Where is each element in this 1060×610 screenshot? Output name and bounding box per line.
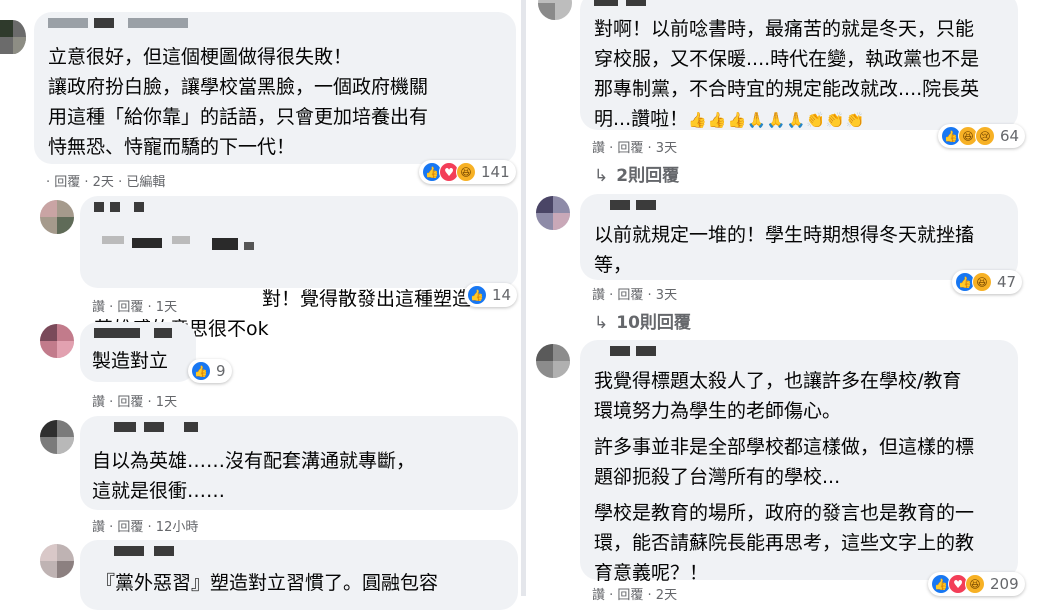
reaction-summary[interactable]: 👍 ♥ 😆 209 (928, 572, 1025, 596)
emoji-string: 👍👍👍🙏🙏🙏👏👏👏 (688, 111, 866, 129)
haha-icon: 😆 (456, 162, 476, 182)
commenter-name[interactable] (594, 200, 704, 212)
comment-actions[interactable]: 讚 · 回覆 · 3天 (592, 284, 677, 303)
comment-bubble: 『黨外惡習』塑造對立習慣了。圓融包容 (80, 540, 518, 610)
reaction-summary[interactable]: 👍 😆 47 (952, 270, 1023, 294)
reaction-count: 64 (1000, 127, 1020, 145)
haha-icon: 😆 (965, 574, 985, 594)
comment-bubble: 自以為英雄……沒有配套溝通就專斷， 這就是很衝…… (80, 416, 518, 510)
reaction-count: 141 (481, 163, 510, 181)
comment-bubble: 以前就規定一堆的！學生時期想得冬天就挫搐 等， (580, 194, 1018, 280)
like-icon: 👍 (467, 285, 487, 305)
like-icon: 👍 (191, 361, 211, 381)
comment-text: 『黨外惡習』塑造對立習慣了。圓融包容 (96, 572, 439, 594)
reply-arrow-icon: ↳ (594, 313, 609, 333)
avatar[interactable] (536, 196, 570, 230)
view-replies-link[interactable]: ↳ 2則回覆 (594, 161, 679, 186)
comment-actions[interactable]: 讚 · 回覆 · 3天 (592, 137, 677, 156)
comment-actions[interactable]: 讚 · 回覆 · 1天 (92, 296, 177, 315)
comment-paragraph: 許多事並非是全部學校都這樣做，但這樣的標 題卻扼殺了台灣所有的學校... (594, 436, 975, 488)
reaction-count: 209 (990, 575, 1019, 593)
commenter-name[interactable] (94, 422, 204, 434)
avatar[interactable] (40, 420, 74, 454)
view-replies-link[interactable]: ↳ 10則回覆 (594, 308, 691, 333)
avatar[interactable] (40, 544, 74, 578)
column-divider (521, 0, 526, 596)
sad-icon: 😢 (975, 126, 995, 146)
comment-actions[interactable]: 讚 · 回覆 · 2天 (592, 584, 677, 603)
avatar[interactable] (538, 0, 572, 20)
commenter-name[interactable] (94, 546, 204, 558)
comment-bubble: 對啊！以前唸書時，最痛苦的就是冬天，只能 穿校服，又不保暖....時代在變，執政… (580, 0, 1018, 130)
commenter-name[interactable] (48, 18, 198, 30)
haha-icon: 😆 (972, 272, 992, 292)
comment-text: 立意很好，但這個梗圖做得很失敗！ 讓政府扮白臉，讓學校當黑臉，一個政府機關 用這… (48, 46, 429, 158)
comment-actions[interactable]: · 回覆 · 2天 · 已編輯 (46, 171, 165, 190)
comment-paragraph: 我覺得標題太殺人了，也讓許多在學校/教育 環境努力為學生的老師傷心。 (594, 370, 962, 422)
comment-text: 以前就規定一堆的！學生時期想得冬天就挫搐 等， (594, 224, 975, 276)
commenter-name[interactable] (594, 346, 704, 358)
commenter-name[interactable] (94, 328, 184, 340)
reaction-summary[interactable]: 👍 ♥ 😆 141 (419, 160, 516, 184)
reply-arrow-icon: ↳ (594, 166, 609, 186)
reaction-summary[interactable]: 👍 😆 😢 64 (938, 124, 1026, 148)
comment-bubble: 對！覺得散發出這種塑造 英雄感的意思很不ok (80, 196, 518, 340)
reaction-count: 9 (216, 362, 226, 380)
avatar[interactable] (536, 344, 570, 378)
reaction-count: 47 (997, 273, 1017, 291)
commenter-name[interactable] (594, 0, 704, 8)
comment-text: 對啊！以前唸書時，最痛苦的就是冬天，只能 穿校服，又不保暖....時代在變，執政… (594, 18, 980, 130)
comment-text: 製造對立 (92, 350, 169, 372)
reaction-count: 14 (492, 286, 512, 304)
comment-text: 自以為英雄……沒有配套溝通就專斷， 這就是很衝…… (92, 450, 416, 502)
comment-bubble: 我覺得標題太殺人了，也讓許多在學校/教育 環境努力為學生的老師傷心。 許多事並非… (580, 340, 1018, 584)
reaction-summary[interactable]: 👍 14 (464, 283, 518, 307)
avatar[interactable] (40, 200, 74, 234)
reaction-summary[interactable]: 👍 9 (188, 359, 232, 383)
avatar[interactable] (40, 324, 74, 358)
comment-actions[interactable]: 讚 · 回覆 · 12小時 (92, 516, 198, 535)
commenter-name[interactable] (94, 202, 184, 214)
comment-bubble: 製造對立 (80, 322, 196, 382)
avatar[interactable] (0, 20, 26, 54)
comment-actions[interactable]: 讚 · 回覆 · 1天 (92, 391, 177, 410)
comment-bubble: 立意很好，但這個梗圖做得很失敗！ 讓政府扮白臉，讓學校當黑臉，一個政府機關 用這… (34, 12, 516, 164)
